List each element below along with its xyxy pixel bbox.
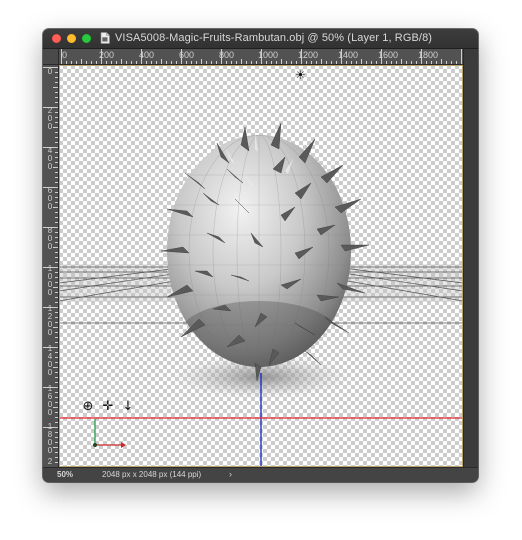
horizontal-ruler[interactable]: 0 200 400 600 800 1000 1200 1400 1600 18…: [59, 49, 463, 65]
ruler-v-label: 2: [47, 457, 53, 466]
ruler-v-label: 0: [47, 67, 53, 76]
status-menu-arrow[interactable]: ›: [229, 469, 232, 479]
orbit-icon[interactable]: ⊕: [81, 400, 95, 414]
vertical-scrollbar[interactable]: [463, 49, 478, 467]
ruler-h-label: 1200: [298, 50, 319, 60]
ruler-h-label: 1600: [378, 50, 399, 60]
ruler-h-label: 0: [62, 50, 68, 60]
ruler-v-label: 1000: [47, 264, 53, 297]
ruler-v-label: 1200: [47, 304, 53, 337]
ruler-v-label: 800: [47, 226, 53, 251]
ruler-h-label: 600: [179, 50, 195, 60]
ruler-v-label: 1400: [47, 344, 53, 377]
ruler-h-label: 800: [219, 50, 235, 60]
arrow-down-icon[interactable]: ↓: [121, 400, 135, 414]
document-icon[interactable]: [100, 32, 110, 44]
minimize-button[interactable]: [67, 34, 76, 43]
vertical-ruler[interactable]: 0 200 400 600 800 1000 1200 1400 1600 18…: [43, 65, 59, 467]
ruler-v-label: 1800: [47, 422, 53, 455]
sun-icon[interactable]: ☀: [295, 68, 306, 82]
document-info[interactable]: 2048 px x 2048 px (144 ppi): [102, 470, 201, 479]
ruler-v-label: 600: [47, 186, 53, 211]
ruler-origin[interactable]: [43, 49, 59, 65]
move-icon[interactable]: ✛: [101, 400, 115, 414]
zoom-level[interactable]: 50%: [57, 470, 73, 479]
3d-camera-widgets: ⊕ ✛ ↓: [81, 397, 141, 417]
window-title: VISA5008-Magic-Fruits-Rambutan.obj @ 50%…: [115, 32, 433, 44]
ruler-v-label: 200: [47, 106, 53, 131]
ruler-h-label: 1000: [258, 50, 279, 60]
ruler-h-label: 200: [99, 50, 115, 60]
rambutan-mesh[interactable]: [159, 122, 370, 382]
ruler-v-label: 400: [47, 146, 53, 171]
maximize-button[interactable]: [82, 34, 91, 43]
axis-gizmo[interactable]: [93, 419, 126, 448]
ruler-h-label: 400: [139, 50, 155, 60]
ruler-h-label: 1800: [418, 50, 439, 60]
close-button[interactable]: [52, 34, 61, 43]
ruler-v-label: 1600: [47, 384, 53, 417]
ruler-h-label: 1400: [338, 50, 359, 60]
document-canvas[interactable]: ☀ ⊕ ✛ ↓: [59, 65, 463, 467]
status-bar: 50% 2048 px x 2048 px (144 ppi) ›: [43, 467, 478, 482]
document-window: VISA5008-Magic-Fruits-Rambutan.obj @ 50%…: [43, 29, 478, 482]
title-bar[interactable]: VISA5008-Magic-Fruits-Rambutan.obj @ 50%…: [43, 29, 478, 49]
